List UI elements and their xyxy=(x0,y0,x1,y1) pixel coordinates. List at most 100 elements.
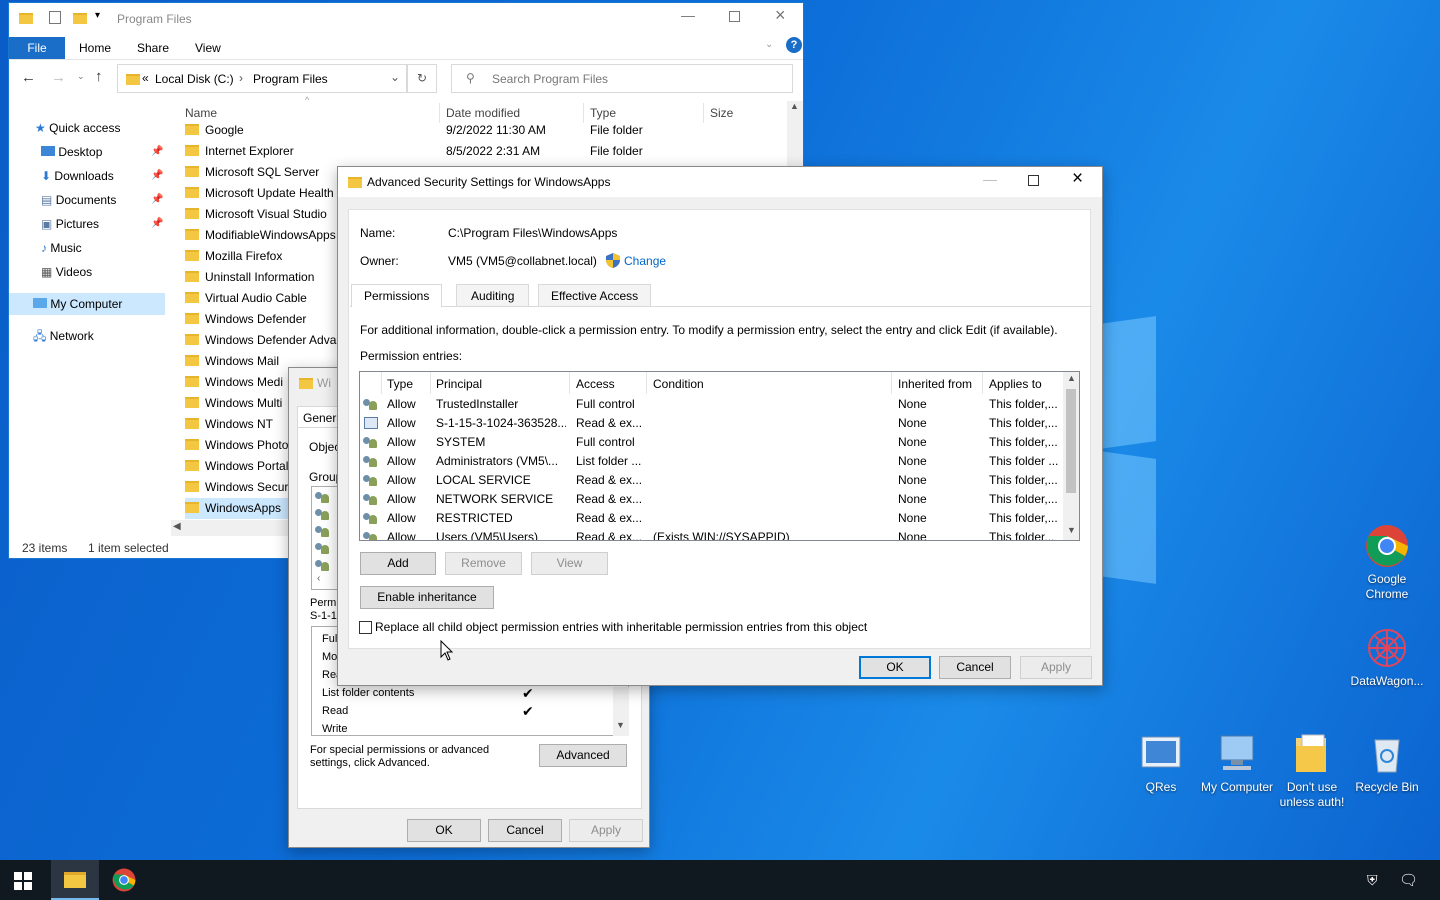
taskbar-file-explorer[interactable] xyxy=(51,860,99,900)
help-icon[interactable]: ? xyxy=(786,37,802,53)
desktop-icon-datawagon[interactable]: DataWagon... xyxy=(1349,626,1425,689)
nav-videos[interactable]: ▦ Videos xyxy=(41,261,92,283)
nav-network[interactable]: 🖧 Network xyxy=(33,325,94,347)
remove-button[interactable]: Remove xyxy=(445,552,522,575)
forward-icon[interactable]: → xyxy=(51,69,66,86)
advanced-security-dialog[interactable]: Advanced Security Settings for WindowsAp… xyxy=(337,166,1103,686)
dialog-titlebar[interactable]: Advanced Security Settings for WindowsAp… xyxy=(338,167,1102,197)
refresh-icon[interactable]: ↻ xyxy=(407,64,437,93)
properties-icon[interactable] xyxy=(49,11,61,24)
tab-home[interactable]: Home xyxy=(79,37,111,59)
column-type[interactable]: Type xyxy=(590,106,616,120)
scroll-down-icon[interactable]: ▼ xyxy=(616,720,625,730)
chevron-down-icon[interactable]: ▾ xyxy=(95,10,100,21)
address-overflow[interactable]: « xyxy=(142,71,149,85)
tab-general[interactable]: Genera xyxy=(297,406,343,428)
column-date-modified[interactable]: Date modified xyxy=(446,106,520,120)
tab-auditing[interactable]: Auditing xyxy=(456,284,530,306)
vertical-scrollbar[interactable]: ▼ xyxy=(613,687,629,736)
nav-pictures[interactable]: ▣ Pictures 📌 xyxy=(41,213,163,235)
change-owner-link[interactable]: Change xyxy=(624,254,666,268)
permission-entry-row[interactable]: Allow NETWORK SERVICE Read & ex... None This… xyxy=(360,490,1060,509)
permission-entry-row[interactable]: Allow Users (VM5\Users) Read & ex... (Exist… xyxy=(360,528,1060,540)
minimize-icon[interactable]: — xyxy=(681,7,695,23)
nav-my-computer[interactable]: My Computer xyxy=(9,293,165,315)
advanced-button[interactable]: Advanced xyxy=(539,744,627,767)
tab-file[interactable]: File xyxy=(9,37,65,59)
horizontal-scrollbar[interactable]: ◀ xyxy=(171,520,289,536)
add-button[interactable]: Add xyxy=(360,552,436,575)
taskbar-chrome-icon[interactable] xyxy=(112,868,136,892)
nav-music[interactable]: ♪ Music xyxy=(41,237,82,259)
column-inherited-from[interactable]: Inherited from xyxy=(898,377,972,391)
file-row[interactable]: Uninstall Information xyxy=(185,267,335,288)
file-row[interactable]: WindowsApps xyxy=(185,498,289,519)
up-icon[interactable]: ↑ xyxy=(95,68,103,85)
search-input[interactable]: Search Program Files xyxy=(492,72,608,86)
permission-entry-row[interactable]: Allow LOCAL SERVICE Read & ex... None This f… xyxy=(360,471,1060,490)
pin-icon[interactable]: 📌 xyxy=(151,189,163,211)
pin-icon[interactable]: 📌 xyxy=(151,165,163,187)
navigation-pane[interactable]: ★ Quick access Desktop 📌 ⬇ Downloads 📌 ▤ D… xyxy=(9,111,173,541)
enable-inheritance-button[interactable]: Enable inheritance xyxy=(360,586,494,609)
tab-effective-access[interactable]: Effective Access xyxy=(538,284,652,306)
view-button[interactable]: View xyxy=(531,552,608,575)
column-type[interactable]: Type xyxy=(387,377,413,391)
search-box[interactable]: ⚲ Search Program Files xyxy=(451,64,793,93)
desktop-icon-my-computer[interactable]: My Computer xyxy=(1199,732,1275,795)
column-name[interactable]: Name xyxy=(185,106,217,120)
notifications-icon[interactable]: 🗨 xyxy=(1399,871,1418,889)
desktop-icon-qres[interactable]: QRes xyxy=(1123,732,1199,795)
file-row[interactable]: Mozilla Firefox xyxy=(185,246,335,267)
nav-documents[interactable]: ▤ Documents 📌 xyxy=(41,189,163,211)
column-access[interactable]: Access xyxy=(576,377,615,391)
file-row[interactable]: Windows Defender Adva xyxy=(185,330,336,351)
explorer-titlebar[interactable]: ▾ Program Files — × xyxy=(9,3,803,35)
nav-desktop[interactable]: Desktop 📌 xyxy=(41,141,163,163)
maximize-icon[interactable] xyxy=(1028,175,1039,186)
security-tray-icon[interactable]: ⛨ xyxy=(1367,872,1378,889)
column-condition[interactable]: Condition xyxy=(653,377,704,391)
permission-entry-row[interactable]: Allow RESTRICTED Read & ex... None This fold… xyxy=(360,509,1060,528)
tab-share[interactable]: Share xyxy=(137,37,169,59)
replace-child-permissions-label[interactable]: Replace all child object permission entr… xyxy=(375,620,867,634)
pin-icon[interactable]: 📌 xyxy=(151,141,163,163)
file-row[interactable]: Microsoft Update Health xyxy=(185,183,335,204)
scrollbar-thumb[interactable] xyxy=(1066,389,1076,493)
desktop-icon-chrome[interactable]: Google Chrome xyxy=(1349,524,1425,602)
nav-downloads[interactable]: ⬇ Downloads 📌 xyxy=(41,165,163,187)
column-size[interactable]: Size xyxy=(710,106,733,120)
pin-icon[interactable]: 📌 xyxy=(151,213,163,235)
breadcrumb-local-disk[interactable]: Local Disk (C:) xyxy=(155,72,234,86)
permission-entry-row[interactable]: Allow TrustedInstaller Full control None Thi… xyxy=(360,395,1060,414)
address-bar[interactable]: « Local Disk (C:) › Program Files ⌄ xyxy=(117,64,407,93)
file-row[interactable]: ModifiableWindowsApps xyxy=(185,225,336,246)
vertical-scrollbar[interactable]: ▲ ▼ xyxy=(1063,372,1079,540)
desktop-icon-recycle-bin[interactable]: Recycle Bin xyxy=(1349,732,1425,795)
file-row[interactable]: Virtual Audio Cable xyxy=(185,288,335,309)
tab-permissions[interactable]: Permissions xyxy=(351,284,443,307)
permission-entry-row[interactable]: Allow SYSTEM Full control None This folder,.… xyxy=(360,433,1060,452)
apply-button[interactable]: Apply xyxy=(1020,656,1092,679)
back-icon[interactable]: ← xyxy=(21,69,36,86)
vertical-scrollbar[interactable]: ▲ xyxy=(787,101,803,169)
minimize-icon[interactable]: — xyxy=(983,171,997,187)
column-principal[interactable]: Principal xyxy=(436,377,482,391)
expand-ribbon-icon[interactable]: ⌄ xyxy=(765,39,773,50)
breadcrumb-program-files[interactable]: Program Files xyxy=(253,72,328,86)
file-row[interactable]: Internet Explorer 8/5/2022 2:31 AM File fo… xyxy=(185,141,781,162)
file-row[interactable]: Microsoft SQL Server xyxy=(185,162,335,183)
tab-view[interactable]: View xyxy=(195,37,221,59)
file-row[interactable]: Windows Defender xyxy=(185,309,335,330)
scroll-left-icon[interactable]: ‹ xyxy=(317,573,320,584)
scroll-up-icon[interactable]: ▲ xyxy=(1067,373,1076,383)
recent-locations-icon[interactable]: ⌄ xyxy=(77,71,85,82)
chevron-down-icon[interactable]: ⌄ xyxy=(390,70,400,84)
cancel-button[interactable]: Cancel xyxy=(488,819,562,842)
file-row[interactable]: Microsoft Visual Studio xyxy=(185,204,335,225)
ok-button[interactable]: OK xyxy=(407,819,481,842)
file-row[interactable]: Google 9/2/2022 11:30 AM File folder xyxy=(185,120,781,141)
ok-button[interactable]: OK xyxy=(859,656,931,679)
maximize-icon[interactable] xyxy=(729,11,740,22)
nav-quick-access[interactable]: ★ Quick access xyxy=(35,117,120,139)
